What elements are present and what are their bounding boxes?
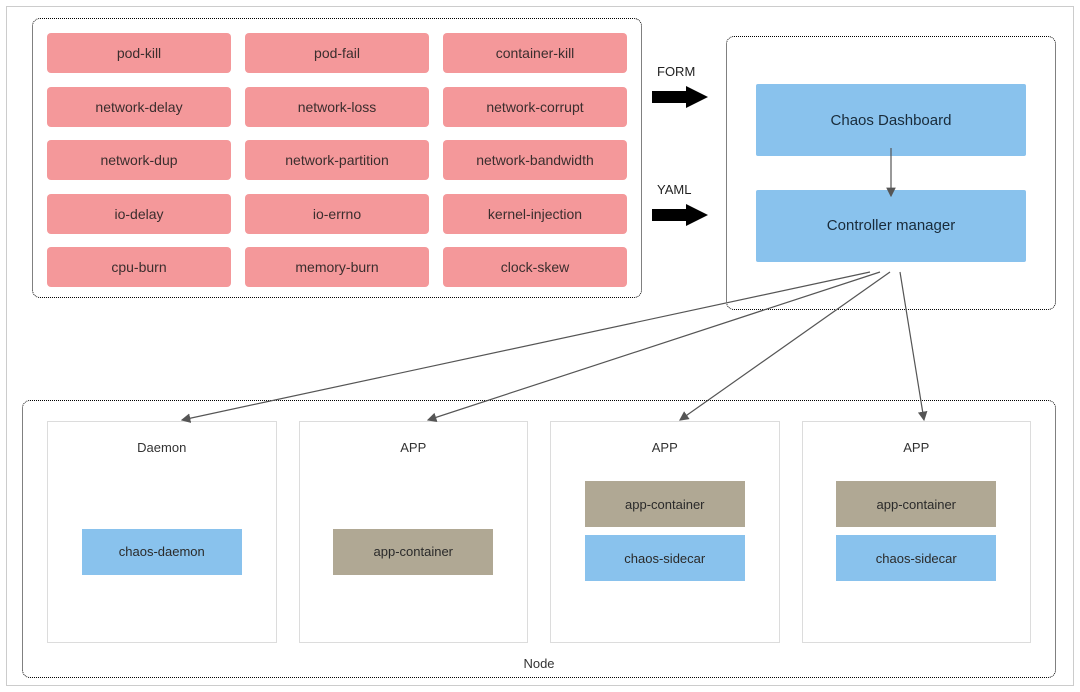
type-row: pod-kill pod-fail container-kill [47, 33, 627, 73]
chaos-type: io-delay [47, 194, 231, 234]
pod-title: APP [652, 440, 678, 455]
node-label: Node [23, 656, 1055, 671]
pod-daemon: Daemon chaos-daemon [47, 421, 277, 643]
chaos-type: kernel-injection [443, 194, 627, 234]
type-row: network-dup network-partition network-ba… [47, 140, 627, 180]
pod-app: APP app-container [299, 421, 529, 643]
chaos-type: network-loss [245, 87, 429, 127]
pod-title: APP [903, 440, 929, 455]
container: chaos-sidecar [585, 535, 745, 581]
form-arrow-icon [652, 86, 708, 108]
chaos-dashboard-box: Chaos Dashboard [756, 84, 1026, 156]
chaos-type: pod-kill [47, 33, 231, 73]
pod-app: APP app-container chaos-sidecar [550, 421, 780, 643]
container: chaos-daemon [82, 529, 242, 575]
controller-manager-box: Controller manager [756, 190, 1026, 262]
chaos-type: network-bandwidth [443, 140, 627, 180]
chaos-type: container-kill [443, 33, 627, 73]
yaml-arrow-icon [652, 204, 708, 226]
chaos-type: memory-burn [245, 247, 429, 287]
pod-title: Daemon [137, 440, 186, 455]
chaos-type: clock-skew [443, 247, 627, 287]
chaos-types-panel: pod-kill pod-fail container-kill network… [32, 18, 642, 298]
chaos-type: network-dup [47, 140, 231, 180]
container: chaos-sidecar [836, 535, 996, 581]
pod-app: APP app-container chaos-sidecar [802, 421, 1032, 643]
control-plane-panel: Chaos Dashboard Controller manager [726, 36, 1056, 310]
yaml-label: YAML [657, 182, 691, 197]
pod-title: APP [400, 440, 426, 455]
chaos-type: io-errno [245, 194, 429, 234]
type-row: io-delay io-errno kernel-injection [47, 194, 627, 234]
chaos-type: cpu-burn [47, 247, 231, 287]
type-row: cpu-burn memory-burn clock-skew [47, 247, 627, 287]
chaos-type: network-delay [47, 87, 231, 127]
node-panel: Daemon chaos-daemon APP app-container AP… [22, 400, 1056, 678]
chaos-type: network-corrupt [443, 87, 627, 127]
pods-row: Daemon chaos-daemon APP app-container AP… [47, 421, 1031, 643]
container: app-container [585, 481, 745, 527]
chaos-type: network-partition [245, 140, 429, 180]
container: app-container [333, 529, 493, 575]
container: app-container [836, 481, 996, 527]
type-row: network-delay network-loss network-corru… [47, 87, 627, 127]
form-label: FORM [657, 64, 695, 79]
chaos-type: pod-fail [245, 33, 429, 73]
